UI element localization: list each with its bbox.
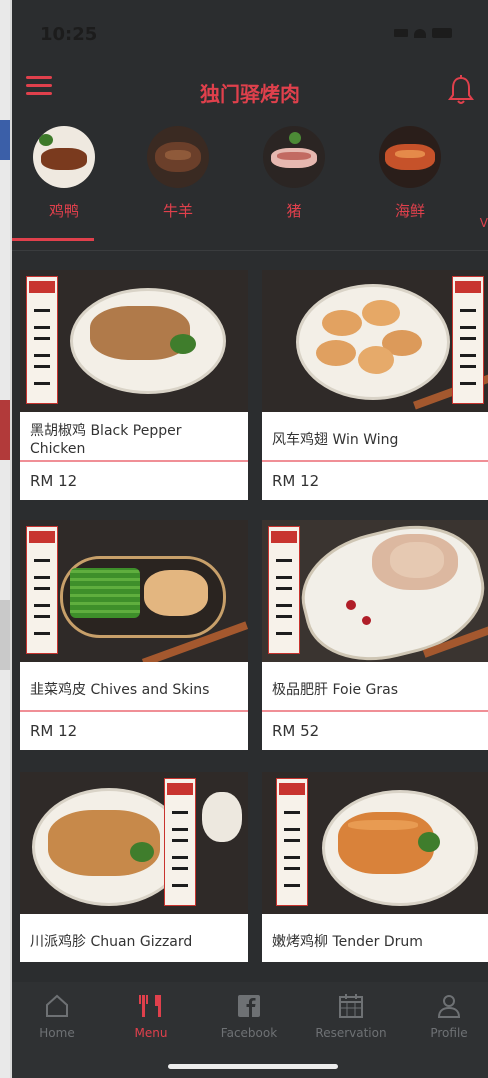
- home-indicator: [168, 1064, 338, 1069]
- tab-label: Profile: [430, 1026, 468, 1040]
- category-beef-lamb-image: [147, 126, 209, 188]
- product-image: [20, 520, 248, 662]
- phone-screen: 10:25 独门驿烤肉 鸡鸭 牛羊 猪 海鲜 V 黑胡椒鸡 Black Pepp…: [12, 0, 488, 1078]
- brand-banner: [276, 778, 308, 906]
- category-poultry-image: [33, 126, 95, 188]
- tab-label: Reservation: [315, 1026, 387, 1040]
- category-label: 牛羊: [162, 202, 193, 220]
- category-label: 猪: [286, 202, 302, 220]
- brand-banner: [26, 526, 58, 654]
- category-seafood-image: [379, 126, 441, 188]
- battery-icon: [432, 28, 452, 38]
- tab-reservation[interactable]: Reservation: [306, 992, 396, 1040]
- category-label: 鸡鸭: [48, 202, 79, 220]
- product-name: 极品肥肝 Foie Gras: [272, 682, 398, 698]
- status-icons: [394, 28, 452, 38]
- category-strip: 鸡鸭 牛羊 猪 海鲜 V: [12, 122, 488, 232]
- product-card[interactable]: 黑胡椒鸡 Black Pepper Chicken RM 12: [20, 270, 248, 500]
- product-card[interactable]: 川派鸡胗 Chuan Gizzard: [20, 772, 248, 962]
- facebook-icon: [235, 992, 263, 1020]
- product-name: 韭菜鸡皮 Chives and Skins: [30, 682, 210, 698]
- home-icon: [43, 992, 71, 1020]
- product-card[interactable]: 极品肥肝 Foie Gras RM 52: [262, 520, 488, 750]
- wifi-icon: [414, 28, 426, 38]
- signal-icon: [394, 29, 408, 37]
- tab-home[interactable]: Home: [12, 992, 102, 1040]
- category-seafood[interactable]: 海鲜: [372, 126, 448, 221]
- brand-banner: [164, 778, 196, 906]
- category-overflow-hint: V: [479, 216, 488, 230]
- category-label: 海鲜: [394, 202, 425, 220]
- product-name: 川派鸡胗 Chuan Gizzard: [30, 934, 193, 950]
- product-image: [262, 520, 488, 662]
- product-image: [20, 270, 248, 412]
- status-bar: 10:25: [12, 0, 488, 58]
- fork-knife-icon: [137, 992, 165, 1020]
- category-pork[interactable]: 猪: [256, 126, 332, 221]
- tab-profile[interactable]: Profile: [404, 992, 488, 1040]
- status-time: 10:25: [40, 24, 98, 45]
- adjacent-screen-strip: [0, 0, 10, 1078]
- active-category-indicator: [12, 238, 94, 241]
- category-poultry[interactable]: 鸡鸭: [26, 126, 102, 221]
- tab-facebook[interactable]: Facebook: [204, 992, 294, 1040]
- notification-bell-icon[interactable]: [448, 74, 474, 106]
- product-image: [20, 772, 248, 914]
- calendar-icon: [337, 992, 365, 1020]
- product-price: RM 52: [272, 722, 320, 740]
- product-name: 嫩烤鸡柳 Tender Drum: [272, 934, 423, 950]
- brand-banner: [452, 276, 484, 404]
- product-name: 风车鸡翅 Win Wing: [272, 432, 399, 448]
- tab-label: Facebook: [220, 1026, 278, 1040]
- product-price: RM 12: [30, 472, 78, 490]
- product-price: RM 12: [272, 472, 320, 490]
- person-icon: [435, 992, 463, 1020]
- product-name: 黑胡椒鸡 Black Pepper Chicken: [30, 423, 182, 457]
- tab-menu[interactable]: Menu: [106, 992, 196, 1040]
- category-beef-lamb[interactable]: 牛羊: [140, 126, 216, 221]
- product-card[interactable]: 嫩烤鸡柳 Tender Drum: [262, 772, 488, 962]
- category-pork-image: [263, 126, 325, 188]
- brand-banner: [268, 526, 300, 654]
- product-image: [262, 772, 488, 914]
- product-image: [262, 270, 488, 412]
- tab-label: Menu: [134, 1026, 168, 1040]
- brand-banner: [26, 276, 58, 404]
- tab-label: Home: [39, 1026, 75, 1040]
- app-header: 独门驿烤肉: [12, 60, 488, 120]
- product-card[interactable]: 风车鸡翅 Win Wing RM 12: [262, 270, 488, 500]
- product-card[interactable]: 韭菜鸡皮 Chives and Skins RM 12: [20, 520, 248, 750]
- page-title: 独门驿烤肉: [200, 82, 300, 106]
- divider: [12, 250, 488, 251]
- product-price: RM 12: [30, 722, 78, 740]
